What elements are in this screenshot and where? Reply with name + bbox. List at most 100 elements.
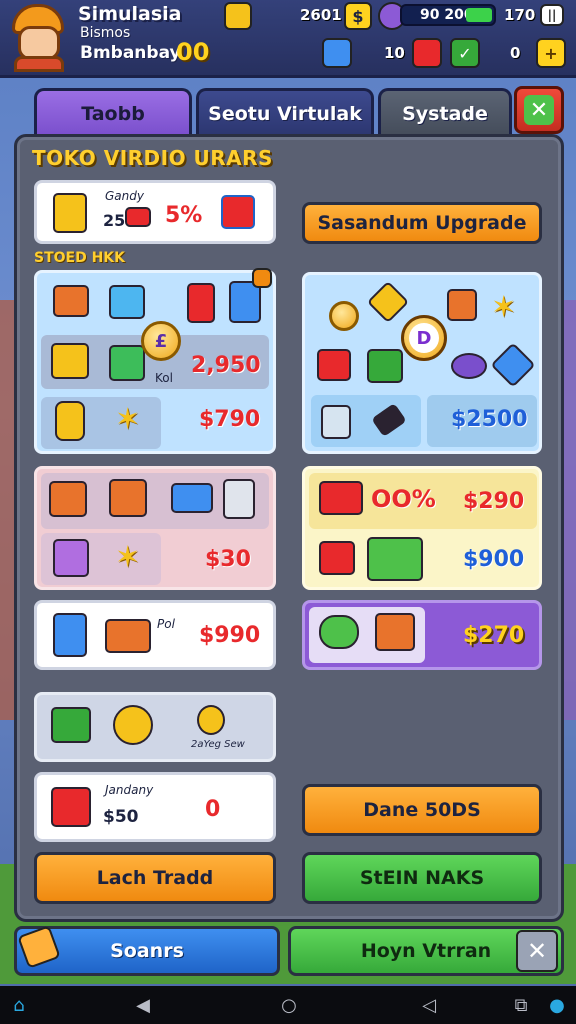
featured-num: 25 [103, 211, 126, 230]
close-button[interactable]: ✕ [514, 86, 564, 134]
d-coin-label: D [409, 323, 439, 353]
shop-card-c[interactable]: ✶ $30 [34, 466, 276, 590]
console-icon [321, 405, 351, 439]
blue-gem-icon [490, 342, 536, 388]
card-c-price: $30 [205, 547, 251, 572]
player-subtitle: Bismos [80, 25, 131, 41]
drum-icon [451, 353, 487, 379]
coin-icon[interactable]: $ [344, 2, 372, 30]
hud-row2-b: 0 [510, 44, 521, 62]
chest-icon [49, 481, 87, 517]
card-g-note: 2aYeg Sew [191, 739, 245, 750]
barrel-icon [55, 401, 85, 441]
add-icon[interactable]: + [536, 38, 566, 68]
hud-value-b: 170 [504, 6, 536, 24]
gem-icon [366, 280, 410, 324]
red-crate-icon [51, 787, 91, 827]
tab-shop[interactable]: Taobb [34, 88, 192, 136]
crate-grid-icon [221, 195, 255, 229]
red-box-icon [319, 541, 355, 575]
circle-home-icon[interactable]: ○ [278, 994, 300, 1016]
section-label: STOED HKK [34, 250, 126, 266]
card-f-price: $270 [463, 623, 525, 648]
shop-card-b[interactable]: ✶ D $2500 [302, 272, 542, 454]
card-h-amount: $50 [103, 807, 139, 827]
upgrade-button[interactable]: Sasandum Upgrade [302, 202, 542, 244]
star-icon: ✶ [491, 290, 517, 325]
accessibility-icon[interactable]: ● [546, 994, 568, 1016]
machine-icon [187, 283, 215, 323]
red-crate-icon[interactable] [412, 38, 442, 68]
plant-icon [319, 615, 359, 649]
panel-title: TOKO VIRDIO URARS [32, 146, 273, 170]
box-icon [53, 193, 87, 233]
candy-box-icon [367, 349, 403, 383]
star-icon: ✶ [115, 402, 141, 437]
featured-card[interactable]: Gandy 25 5% [34, 180, 276, 244]
cart-icon [105, 619, 151, 653]
truck-icon [125, 207, 151, 227]
coin-icon [197, 705, 225, 735]
card-a-price-low: $790 [199, 407, 261, 432]
shop-card-e[interactable]: Pol $990 [34, 600, 276, 670]
shop-card-f[interactable]: $270 [302, 600, 542, 670]
d-coin-icon: D [401, 315, 447, 361]
tab-virtual[interactable]: Seotu Virtulak [196, 88, 374, 136]
gold-box-icon [224, 2, 252, 30]
server-icon [223, 479, 255, 519]
lach-trade-button[interactable]: Lach Tradd [34, 852, 276, 904]
player-level: 00 [176, 38, 210, 66]
body-icon [14, 56, 64, 72]
coin-stack-icon [113, 705, 153, 745]
shop-card-d[interactable]: OO% $290 $900 [302, 466, 542, 590]
dane-button[interactable]: Dane 50DS [302, 784, 542, 836]
card-d-price-bottom: $900 [463, 547, 525, 572]
card-b-price: $2500 [451, 407, 528, 432]
stein-naks-button[interactable]: StEIN NAKS [302, 852, 542, 904]
tab-system[interactable]: Systade [378, 88, 512, 136]
block-icon [109, 345, 145, 381]
red-box-icon [317, 349, 351, 381]
check-icon[interactable]: ✓ [450, 38, 480, 68]
shop-card-h[interactable]: Jandany $50 0 [34, 772, 276, 842]
card-d-price-top: $290 [463, 489, 525, 514]
face-icon [18, 26, 60, 60]
cube-icon [109, 285, 145, 319]
energy-fill [466, 8, 492, 22]
close-icon: ✕ [524, 95, 554, 125]
player-avatar[interactable] [6, 4, 72, 72]
hud-row2-a: 10 [384, 44, 405, 62]
card-a-note: Kol [155, 371, 173, 385]
top-hud: Simulasia Bismos Bmbanbay 00 2601 $ 90 2… [0, 0, 576, 78]
triangle-back-icon[interactable]: ◁ [418, 994, 440, 1016]
recent-apps-icon[interactable]: ⧉ [510, 994, 532, 1016]
coin-icon: £ [141, 321, 181, 361]
cash-icon [51, 707, 91, 743]
cart-icon [375, 613, 415, 651]
energy-bar: 90 200 [400, 4, 496, 26]
truck-icon [319, 481, 363, 515]
gift-icon [447, 289, 477, 321]
featured-note: Gandy [105, 189, 144, 203]
game-title: Simulasia [78, 3, 182, 25]
back-icon[interactable]: ◀ [132, 994, 154, 1016]
gift-icon [53, 539, 89, 577]
featured-percent: 5% [165, 203, 203, 228]
card-h-note: Jandany [105, 783, 154, 797]
truck-icon [171, 483, 213, 513]
card-e-price: $990 [199, 623, 261, 648]
player-name: Bmbanbay [80, 43, 181, 63]
pencil-icon [367, 537, 423, 581]
shop-card-g[interactable]: 2aYeg Sew [34, 692, 276, 762]
hud-value-a: 2601 [300, 6, 342, 24]
star-icon: ✶ [115, 540, 141, 575]
gold-box-icon [51, 343, 89, 379]
close-icon[interactable]: ✕ [516, 930, 558, 972]
pause-icon[interactable]: || [540, 4, 564, 26]
badge-icon [252, 268, 272, 288]
small-coin-icon [329, 301, 359, 331]
blue-crate-icon[interactable] [322, 38, 352, 68]
home-icon[interactable]: ⌂ [8, 994, 30, 1016]
shop-card-a[interactable]: £ Kol 2,950 ✶ $790 [34, 270, 276, 454]
card-h-value: 0 [205, 797, 221, 822]
